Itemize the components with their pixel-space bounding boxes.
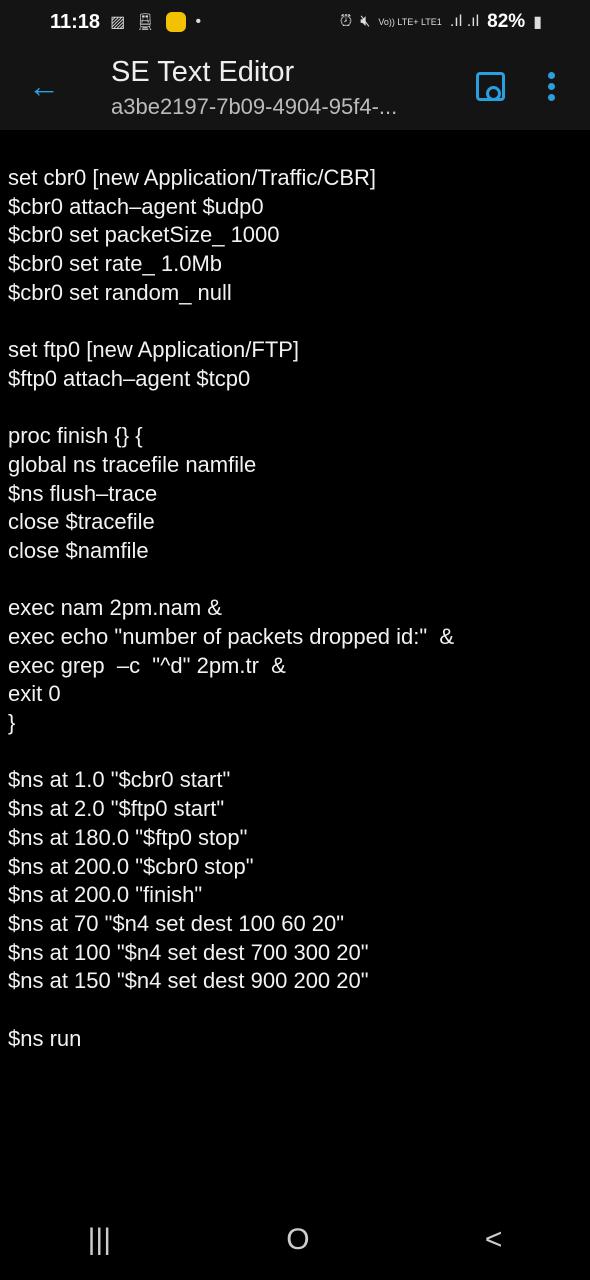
code-line: } (8, 710, 16, 736)
code-line: exec nam 2pm.nam & (8, 595, 222, 621)
app-notification-icon (165, 12, 186, 32)
code-line: $ns at 70 "$n4 set dest 100 60 20" (8, 910, 345, 936)
code-line: set cbr0 [new Application/Traffic/CBR] (8, 165, 377, 190)
battery-level: 82% (487, 11, 526, 32)
alarm-icon: ⏰︎ (339, 13, 353, 30)
gallery-icon: ▨ (110, 14, 126, 31)
code-line: $cbr0 set packetSize_ 1000 (8, 222, 280, 248)
code-line: $ns at 200.0 "finish" (8, 882, 203, 908)
file-name: a3be2197-7b09-4904-95f4-... (111, 94, 398, 119)
battery-icon: ▮ (533, 14, 542, 31)
code-line: $cbr0 set rate_ 1.0Mb (8, 251, 223, 277)
back-button[interactable]: < (485, 1223, 503, 1257)
floppy-disk-icon[interactable] (476, 72, 505, 101)
dot-icon: • (195, 13, 202, 30)
recents-button[interactable]: ||| (88, 1223, 111, 1257)
code-line: $ns flush–trace (8, 480, 158, 506)
code-line: global ns tracefile namfile (8, 451, 257, 477)
code-line: close $namfile (8, 537, 149, 563)
more-vert-icon[interactable] (548, 72, 556, 105)
navigation-bar: ||| O < (0, 1200, 590, 1280)
signal-icon: .ıl .ıl (449, 13, 480, 30)
code-line: $ns at 100 "$n4 set dest 700 300 20" (8, 939, 369, 965)
code-line: $cbr0 set random_ null (8, 279, 232, 305)
code-line: exec grep –c "^d" 2pm.tr & (8, 652, 286, 678)
arrow-left-icon[interactable]: ← (28, 68, 60, 105)
code-line: $ftp0 attach–agent $tcp0 (8, 365, 251, 391)
code-line: proc finish {} { (8, 423, 143, 449)
mute-icon: 🔇︎ (360, 13, 371, 30)
clock: 11:18 (50, 10, 101, 33)
code-line: $cbr0 attach–agent $udp0 (8, 193, 264, 219)
app-title: SE Text Editor (111, 56, 295, 88)
status-bar: 11:18 ▨ 🚆︎ • ⏰︎ 🔇︎ Vo)) LTE+ LTE1 .ıl .ı… (0, 0, 590, 44)
code-line: $ns at 2.0 "$ftp0 start" (8, 796, 225, 822)
code-line: exec echo "number of packets dropped id:… (8, 624, 455, 649)
train-icon: 🚆︎ (135, 14, 156, 31)
code-line: $ns at 150 "$n4 set dest 900 200 20" (8, 968, 369, 994)
code-line: exit 0 (8, 681, 61, 707)
text-editor-area[interactable]: set cbr0 [new Application/Traffic/CBR] $c… (8, 164, 590, 1053)
code-line: $ns at 200.0 "$cbr0 stop" (8, 853, 254, 879)
code-line: $ns at 1.0 "$cbr0 start" (8, 767, 231, 793)
app-bar: ← SE Text Editor a3be2197-7b09-4904-95f4… (0, 44, 590, 130)
code-line: $ns at 180.0 "$ftp0 stop" (8, 824, 248, 850)
home-button[interactable]: O (286, 1223, 309, 1257)
code-line: close $tracefile (8, 509, 155, 535)
code-line: $ns run (8, 1025, 82, 1051)
code-line: set ftp0 [new Application/FTP] (8, 337, 300, 363)
network-label: Vo)) LTE+ LTE1 (378, 16, 442, 27)
